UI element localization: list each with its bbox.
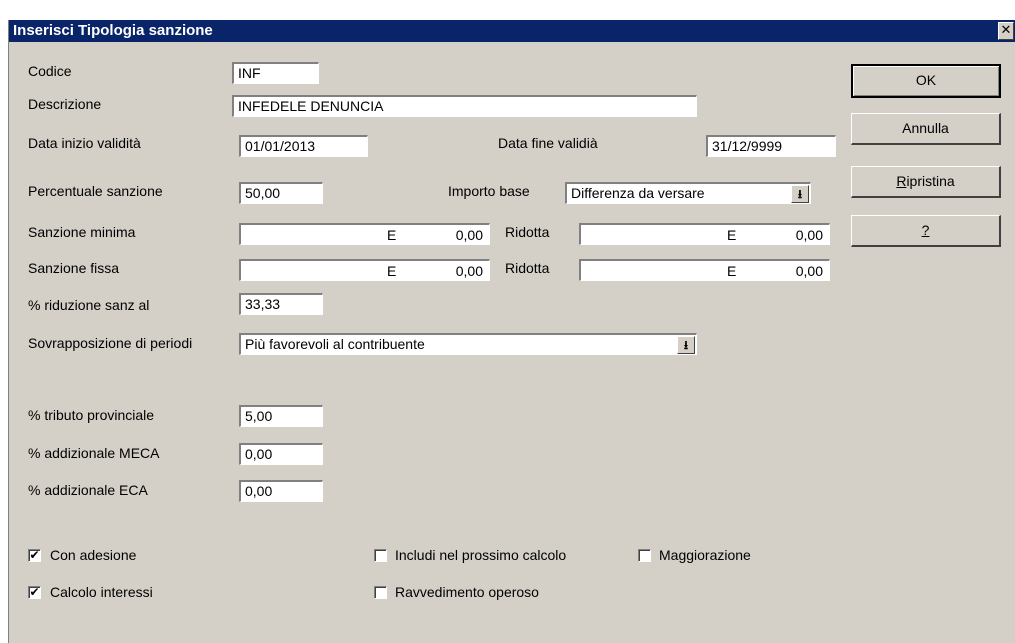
includi-prossimo-calcolo-checkbox[interactable] <box>374 549 387 562</box>
codice-label: Codice <box>28 63 72 79</box>
currency-label: E <box>727 227 737 243</box>
data-fine-field[interactable]: 31/12/9999 <box>706 135 836 157</box>
data-inizio-label: Data inizio validità <box>28 135 141 151</box>
amount-value: 0,00 <box>455 263 483 279</box>
includi-prossimo-calcolo-label[interactable]: Includi nel prossimo calcolo <box>395 547 566 563</box>
tributo-provinciale-label: % tributo provinciale <box>28 407 155 423</box>
addizionale-meca-field[interactable]: 0,00 <box>239 443 323 465</box>
arrow-down-to-line-icon: ⭳ <box>683 338 689 352</box>
ravvedimento-operoso-checkbox[interactable] <box>374 586 387 599</box>
sovrapposizione-value: Più favorevoli al contribuente <box>245 336 425 352</box>
help-label: ? <box>921 222 930 238</box>
dialog-title: Inserisci Tipologia sanzione <box>13 22 213 39</box>
check-mark-icon: ✔ <box>29 548 40 562</box>
data-inizio-field[interactable]: 01/01/2013 <box>239 135 368 157</box>
amount-value: 0,00 <box>795 227 823 243</box>
ravvedimento-operoso-label[interactable]: Ravvedimento operoso <box>395 584 539 600</box>
descrizione-label: Descrizione <box>28 96 102 112</box>
percentuale-sanzione-field[interactable]: 50,00 <box>239 182 323 204</box>
addizionale-eca-field[interactable]: 0,00 <box>239 480 323 502</box>
maggiorazione-label[interactable]: Maggiorazione <box>659 547 751 563</box>
importo-base-dropdown-button[interactable]: ⭳ <box>791 185 809 203</box>
addizionale-meca-label: % addizionale MECA <box>28 445 160 461</box>
con-adesione-checkbox[interactable]: ✔ <box>28 549 41 562</box>
importo-base-label: Importo base <box>448 183 530 199</box>
currency-label: E <box>727 263 737 279</box>
currency-label: E <box>387 227 397 243</box>
annulla-button[interactable]: Annulla <box>851 113 1001 145</box>
dialog-window: Inserisci Tipologia sanzione ✕ Codice IN… <box>8 20 1015 643</box>
sanzione-fissa-ridotta-field[interactable]: E 0,00 <box>579 259 830 281</box>
descrizione-field[interactable]: INFEDELE DENUNCIA <box>232 95 697 117</box>
tributo-provinciale-field[interactable]: 5,00 <box>239 405 323 427</box>
ok-button[interactable]: OK <box>851 64 1001 98</box>
data-fine-label: Data fine validià <box>498 135 598 151</box>
riduzione-label: % riduzione sanz al <box>28 297 150 313</box>
sovrapposizione-label: Sovrapposizione di periodi <box>28 335 193 351</box>
sovrapposizione-select[interactable]: Più favorevoli al contribuente ⭳ <box>239 333 697 355</box>
sanzione-minima-ridotta-field[interactable]: E 0,00 <box>579 223 830 245</box>
sovrapposizione-dropdown-button[interactable]: ⭳ <box>677 336 695 354</box>
codice-field[interactable]: INF <box>232 62 319 84</box>
calcolo-interessi-label[interactable]: Calcolo interessi <box>50 584 153 600</box>
close-button[interactable]: ✕ <box>998 22 1014 40</box>
maggiorazione-checkbox[interactable] <box>638 549 651 562</box>
sanzione-minima-field[interactable]: E 0,00 <box>239 223 490 245</box>
ridotta-label-2: Ridotta <box>505 260 550 276</box>
ripristina-mnemonic: R <box>896 173 907 189</box>
importo-base-value: Differenza da versare <box>571 185 705 201</box>
percentuale-sanzione-label: Percentuale sanzione <box>28 183 163 199</box>
sanzione-fissa-label: Sanzione fissa <box>28 260 120 276</box>
currency-label: E <box>387 263 397 279</box>
sanzione-fissa-field[interactable]: E 0,00 <box>239 259 490 281</box>
importo-base-select[interactable]: Differenza da versare ⭳ <box>565 182 811 204</box>
close-icon: ✕ <box>1000 23 1012 38</box>
amount-value: 0,00 <box>455 227 483 243</box>
ridotta-label-1: Ridotta <box>505 224 550 240</box>
riduzione-field[interactable]: 33,33 <box>239 293 323 315</box>
amount-value: 0,00 <box>795 263 823 279</box>
addizionale-eca-label: % addizionale ECA <box>28 482 148 498</box>
ripristina-label: ipristina <box>906 173 955 189</box>
calcolo-interessi-checkbox[interactable]: ✔ <box>28 586 41 599</box>
arrow-down-to-line-icon: ⭳ <box>797 187 803 201</box>
help-button[interactable]: ? <box>851 215 1001 247</box>
sanzione-minima-label: Sanzione minima <box>28 224 136 240</box>
ripristina-button[interactable]: Ripristina <box>851 166 1001 198</box>
check-mark-icon: ✔ <box>29 585 40 599</box>
con-adesione-label[interactable]: Con adesione <box>50 547 136 563</box>
title-bar: Inserisci Tipologia sanzione ✕ <box>9 20 1015 42</box>
